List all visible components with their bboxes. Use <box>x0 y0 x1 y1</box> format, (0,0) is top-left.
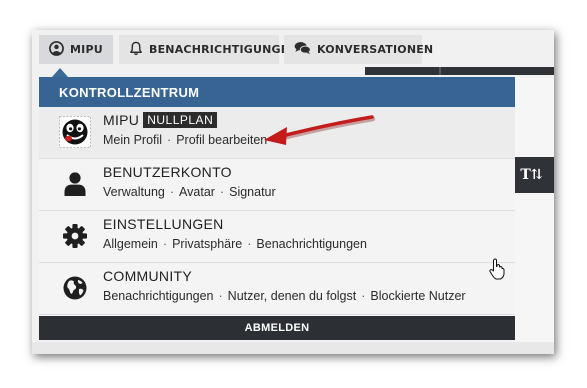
background-nav-bar <box>365 67 554 75</box>
dropdown-header: KONTROLLZENTRUM <box>39 77 515 107</box>
background-footer-strip <box>32 342 554 354</box>
dropdown-item-settings[interactable]: EINSTELLUNGEN Allgemein · Privatsphäre ·… <box>39 211 515 263</box>
gear-icon <box>59 220 91 252</box>
link-general[interactable]: Allgemein <box>103 237 158 251</box>
profile-username: MIPU <box>103 112 140 128</box>
profile-links: Mein Profil · Profil bearbeiten <box>103 133 267 147</box>
link-separator: · <box>247 237 252 251</box>
top-navigation: MIPU BENACHRICHTIGUNGEN KONVERSATIONEN <box>32 30 554 70</box>
link-signature[interactable]: Signatur <box>229 185 276 199</box>
control-center-dropdown: KONTROLLZENTRUM MIPU NULLPLAN Mein Profi… <box>39 77 515 340</box>
link-separator: · <box>361 289 366 303</box>
link-my-profile[interactable]: Mein Profil <box>103 133 162 147</box>
logout-button[interactable]: ABMELDEN <box>39 316 515 340</box>
dropdown-item-community[interactable]: COMMUNITY Benachrichtigungen · Nutzer, d… <box>39 263 515 315</box>
link-notification-settings[interactable]: Benachrichtigungen <box>256 237 367 251</box>
chat-bubbles-icon <box>294 41 311 58</box>
bell-icon <box>129 41 143 59</box>
background-text-size-button[interactable]: T⇅ <box>515 157 554 193</box>
link-notifications[interactable]: Benachrichtigungen <box>103 289 214 303</box>
link-separator: · <box>169 185 175 199</box>
community-title: COMMUNITY <box>103 268 193 284</box>
globe-icon <box>59 272 91 304</box>
settings-links: Allgemein · Privatsphäre · Benachrichtig… <box>103 237 367 251</box>
link-separator: · <box>162 237 168 251</box>
dropdown-item-account[interactable]: BENUTZERKONTO Verwaltung · Avatar · Sign… <box>39 159 515 211</box>
account-title: BENUTZERKONTO <box>103 164 232 180</box>
profile-title: MIPU NULLPLAN <box>103 112 218 128</box>
link-edit-profile[interactable]: Profil bearbeiten <box>176 133 267 147</box>
settings-title: EINSTELLUNGEN <box>103 216 224 232</box>
link-separator: · <box>218 289 223 303</box>
user-circle-icon <box>49 40 64 59</box>
link-management[interactable]: Verwaltung <box>103 185 165 199</box>
tab-conversations[interactable]: KONVERSATIONEN <box>284 35 433 64</box>
hand-cursor-icon <box>489 258 505 280</box>
link-separator: · <box>167 133 172 147</box>
tab-conversations-label: KONVERSATIONEN <box>317 43 434 56</box>
link-blocked-users[interactable]: Blockierte Nutzer <box>370 289 465 303</box>
tab-notifications-label: BENACHRICHTIGUNGEN <box>149 43 298 56</box>
link-avatar[interactable]: Avatar <box>179 185 215 199</box>
account-links: Verwaltung · Avatar · Signatur <box>103 185 276 199</box>
tab-mipu[interactable]: MIPU <box>39 35 113 64</box>
dropdown-pointer <box>52 68 68 77</box>
avatar-icon[interactable] <box>59 116 91 148</box>
screenshot-frame: MIPU BENACHRICHTIGUNGEN KONVERSATIONEN T… <box>32 30 554 354</box>
link-separator: · <box>219 185 225 199</box>
community-links: Benachrichtigungen · Nutzer, denen du fo… <box>103 289 466 303</box>
link-privacy[interactable]: Privatsphäre <box>172 237 242 251</box>
tab-mipu-label: MIPU <box>70 43 103 56</box>
tab-notifications[interactable]: BENACHRICHTIGUNGEN <box>119 35 298 64</box>
link-following[interactable]: Nutzer, denen du folgst <box>228 289 357 303</box>
user-silhouette-icon <box>59 168 91 200</box>
user-title-badge: NULLPLAN <box>143 112 218 128</box>
dropdown-item-profile[interactable]: MIPU NULLPLAN Mein Profil · Profil bearb… <box>39 107 515 159</box>
background-panel <box>515 78 554 354</box>
